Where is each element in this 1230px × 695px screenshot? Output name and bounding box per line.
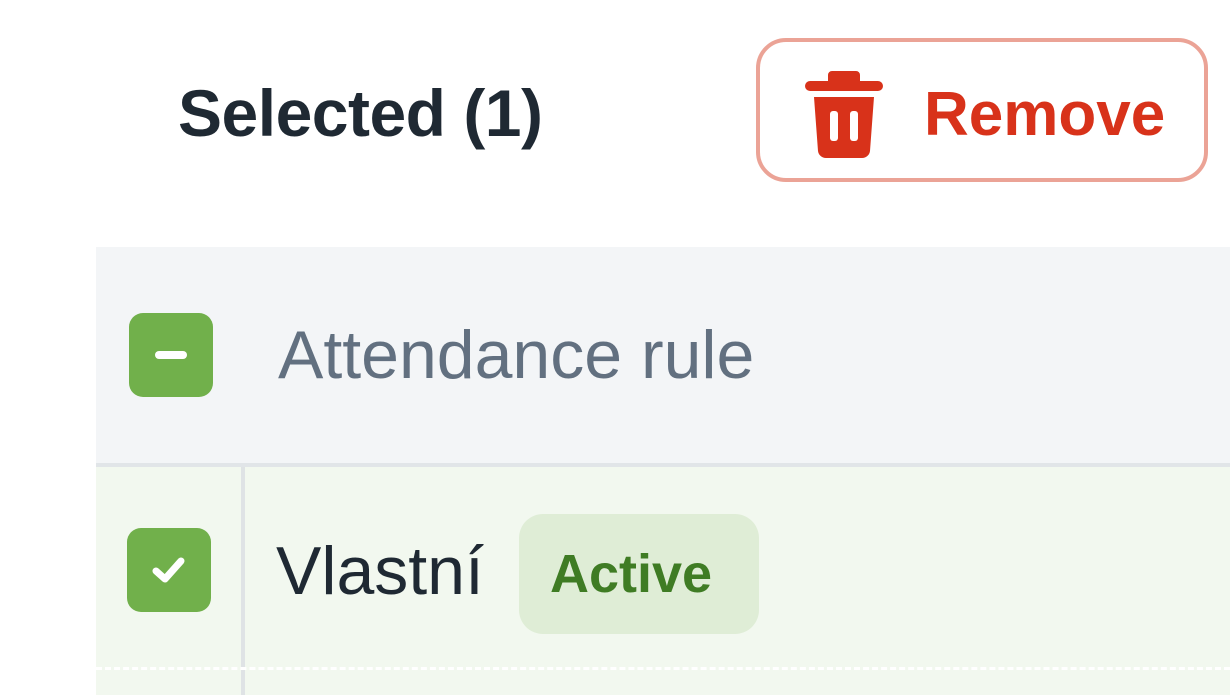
row-checkbox[interactable] bbox=[127, 528, 211, 612]
column-divider bbox=[241, 467, 245, 695]
row-name: Vlastní bbox=[276, 533, 484, 609]
minus-icon bbox=[155, 351, 187, 359]
status-badge-label: Active bbox=[550, 544, 713, 604]
selection-count: Selected (1) bbox=[178, 76, 543, 150]
rules-table: Attendance rule Vlastní Active bbox=[96, 247, 1230, 695]
checkmark-icon bbox=[152, 557, 185, 583]
table-row[interactable]: Vlastní Active bbox=[96, 467, 1230, 695]
column-header-attendance-rule[interactable]: Attendance rule bbox=[278, 317, 754, 393]
row-separator bbox=[96, 667, 1230, 670]
trash-icon bbox=[805, 71, 883, 159]
status-badge: Active bbox=[519, 514, 759, 634]
table-header: Attendance rule bbox=[96, 247, 1230, 467]
select-all-checkbox[interactable] bbox=[129, 313, 213, 397]
remove-button[interactable]: Remove bbox=[756, 38, 1208, 182]
remove-button-label: Remove bbox=[924, 80, 1166, 149]
